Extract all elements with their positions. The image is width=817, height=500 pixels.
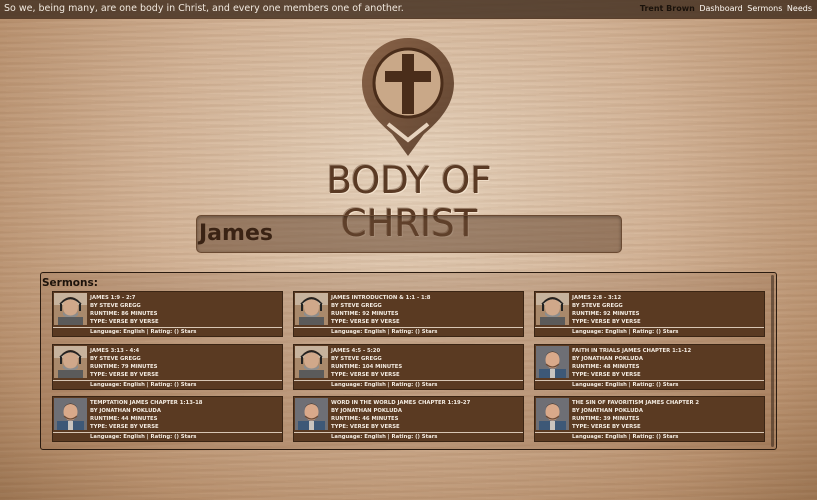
sermon-title[interactable]: JAMES 1:9 - 2:7 [90, 294, 159, 302]
nav-sermons-link[interactable]: Sermons [747, 4, 782, 13]
speaker-avatar[interactable] [536, 293, 569, 325]
sermon-meta: Language: English | Rating: () Stars [331, 329, 438, 335]
sermon-speaker: BY STEVE GREGG [331, 356, 382, 362]
sermon-title[interactable]: WORD IN THE WORLD JAMES CHAPTER 1:19-27 [331, 399, 470, 407]
sermon-meta: Language: English | Rating: () Stars [331, 434, 438, 440]
nav-needs-link[interactable]: Needs [787, 4, 812, 13]
panel-scrollbar[interactable] [771, 275, 774, 447]
sermon-runtime: RUNTIME: 46 MINUTES [331, 416, 399, 422]
sermon-speaker: BY STEVE GREGG [572, 303, 623, 309]
speaker-avatar[interactable] [295, 293, 328, 325]
sermon-speaker: BY JONATHAN POKLUDA [572, 408, 643, 414]
sermon-runtime: RUNTIME: 92 MINUTES [331, 311, 399, 317]
speaker-avatar[interactable] [536, 346, 569, 378]
card-divider [535, 327, 764, 328]
sermon-type: TYPE: VERSE BY VERSE [331, 424, 400, 430]
sermon-type: TYPE: VERSE BY VERSE [331, 319, 400, 325]
sermon-info: TEMPTATION JAMES CHAPTER 1:13-18 BY JONAT… [90, 399, 202, 431]
sermon-title[interactable]: TEMPTATION JAMES CHAPTER 1:13-18 [90, 399, 202, 407]
sermon-meta: Language: English | Rating: () Stars [572, 329, 679, 335]
sermon-card[interactable]: FAITH IN TRIALS JAMES CHAPTER 1:1-12 BY J… [534, 344, 765, 390]
sermon-runtime: RUNTIME: 104 MINUTES [331, 364, 403, 370]
sermon-info: JAMES 2:8 - 3:12 BY STEVE GREGG RUNTIME: 9… [572, 294, 641, 326]
search-value[interactable]: James [199, 221, 273, 246]
sermon-title[interactable]: JAMES INTRODUCTION & 1:1 - 1:8 [331, 294, 431, 302]
sermon-speaker: BY STEVE GREGG [331, 303, 382, 309]
sermons-title: Sermons: [42, 277, 98, 289]
card-divider [294, 380, 523, 381]
sermon-runtime: RUNTIME: 79 MINUTES [90, 364, 158, 370]
sermon-meta: Language: English | Rating: () Stars [90, 434, 197, 440]
speaker-avatar[interactable] [295, 398, 328, 430]
sermon-card[interactable]: JAMES 3:13 - 4:4 BY STEVE GREGG RUNTIME: 7… [52, 344, 283, 390]
speaker-avatar[interactable] [54, 398, 87, 430]
sermon-type: TYPE: VERSE BY VERSE [90, 319, 159, 325]
search-input[interactable]: James [196, 215, 622, 253]
sermon-speaker: BY JONATHAN POKLUDA [331, 408, 402, 414]
sermon-meta: Language: English | Rating: () Stars [90, 329, 197, 335]
sermon-speaker: BY STEVE GREGG [90, 303, 141, 309]
sermon-runtime: RUNTIME: 92 MINUTES [572, 311, 640, 317]
sermon-type: TYPE: VERSE BY VERSE [90, 424, 159, 430]
card-divider [294, 327, 523, 328]
top-nav: Trent Brown Dashboard Sermons Needs [640, 4, 812, 13]
sermon-type: TYPE: VERSE BY VERSE [572, 424, 641, 430]
card-divider [53, 327, 282, 328]
sermon-info: JAMES 4:5 - 5:20 BY STEVE GREGG RUNTIME: 1… [331, 347, 402, 379]
header-verse: So we, being many, are one body in Chris… [4, 3, 404, 14]
sermon-runtime: RUNTIME: 39 MINUTES [572, 416, 640, 422]
sermon-card[interactable]: TEMPTATION JAMES CHAPTER 1:13-18 BY JONAT… [52, 396, 283, 442]
sermon-title[interactable]: JAMES 2:8 - 3:12 [572, 294, 641, 302]
sermon-card[interactable]: WORD IN THE WORLD JAMES CHAPTER 1:19-27 B… [293, 396, 524, 442]
sermon-info: JAMES 1:9 - 2:7 BY STEVE GREGG RUNTIME: 86… [90, 294, 159, 326]
sermon-card[interactable]: JAMES 4:5 - 5:20 BY STEVE GREGG RUNTIME: 1… [293, 344, 524, 390]
sermon-meta: Language: English | Rating: () Stars [90, 382, 197, 388]
sermon-type: TYPE: VERSE BY VERSE [572, 319, 641, 325]
card-divider [294, 432, 523, 433]
sermon-info: FAITH IN TRIALS JAMES CHAPTER 1:1-12 BY J… [572, 347, 691, 379]
card-divider [535, 380, 764, 381]
sermon-card[interactable]: JAMES 1:9 - 2:7 BY STEVE GREGG RUNTIME: 86… [52, 291, 283, 337]
sermon-card[interactable]: THE SIN OF FAVORITISM JAMES CHAPTER 2 BY … [534, 396, 765, 442]
sermon-title[interactable]: JAMES 3:13 - 4:4 [90, 347, 159, 355]
sermon-title[interactable]: THE SIN OF FAVORITISM JAMES CHAPTER 2 [572, 399, 699, 407]
sermon-meta: Language: English | Rating: () Stars [572, 434, 679, 440]
sermon-runtime: RUNTIME: 86 MINUTES [90, 311, 158, 317]
sermon-meta: Language: English | Rating: () Stars [572, 382, 679, 388]
sermon-runtime: RUNTIME: 48 MINUTES [572, 364, 640, 370]
card-divider [535, 432, 764, 433]
sermon-title[interactable]: JAMES 4:5 - 5:20 [331, 347, 402, 355]
sermon-title[interactable]: FAITH IN TRIALS JAMES CHAPTER 1:1-12 [572, 347, 691, 355]
sermon-card[interactable]: JAMES 2:8 - 3:12 BY STEVE GREGG RUNTIME: 9… [534, 291, 765, 337]
top-bar: So we, being many, are one body in Chris… [0, 0, 817, 19]
sermon-speaker: BY JONATHAN POKLUDA [572, 356, 643, 362]
speaker-avatar[interactable] [54, 346, 87, 378]
sermon-info: WORD IN THE WORLD JAMES CHAPTER 1:19-27 B… [331, 399, 470, 431]
speaker-avatar[interactable] [536, 398, 569, 430]
sermon-info: THE SIN OF FAVORITISM JAMES CHAPTER 2 BY … [572, 399, 699, 431]
sermon-type: TYPE: VERSE BY VERSE [572, 372, 641, 378]
card-divider [53, 380, 282, 381]
sermon-speaker: BY JONATHAN POKLUDA [90, 408, 161, 414]
sermon-info: JAMES INTRODUCTION & 1:1 - 1:8 BY STEVE G… [331, 294, 431, 326]
current-user[interactable]: Trent Brown [640, 4, 695, 13]
sermon-runtime: RUNTIME: 44 MINUTES [90, 416, 158, 422]
sermon-meta: Language: English | Rating: () Stars [331, 382, 438, 388]
sermon-type: TYPE: VERSE BY VERSE [90, 372, 159, 378]
sermon-speaker: BY STEVE GREGG [90, 356, 141, 362]
speaker-avatar[interactable] [54, 293, 87, 325]
sermon-card[interactable]: JAMES INTRODUCTION & 1:1 - 1:8 BY STEVE G… [293, 291, 524, 337]
card-divider [53, 432, 282, 433]
sermon-info: JAMES 3:13 - 4:4 BY STEVE GREGG RUNTIME: 7… [90, 347, 159, 379]
cross-pin-logo-icon [362, 38, 454, 156]
speaker-avatar[interactable] [295, 346, 328, 378]
sermon-type: TYPE: VERSE BY VERSE [331, 372, 400, 378]
nav-dashboard-link[interactable]: Dashboard [699, 4, 742, 13]
